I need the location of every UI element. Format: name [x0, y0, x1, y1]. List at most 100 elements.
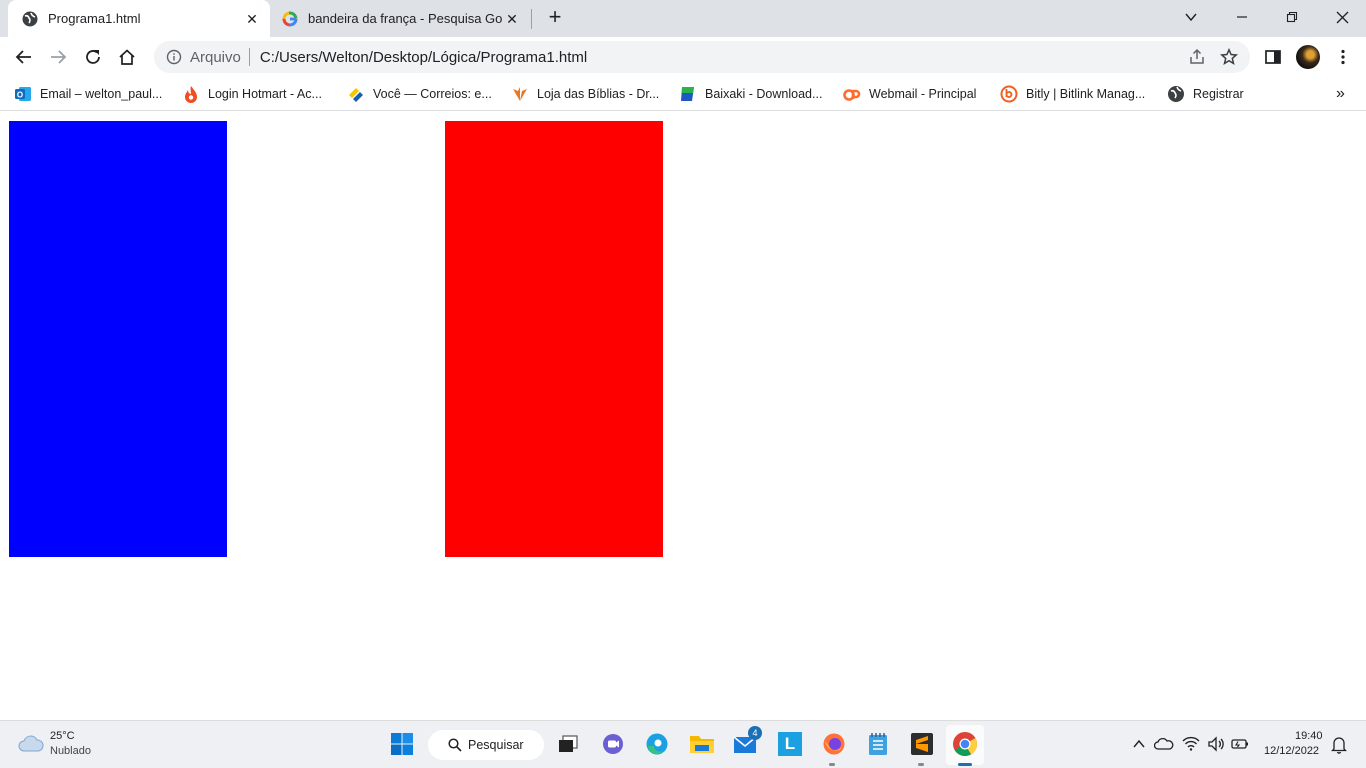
tab-separator [531, 9, 532, 29]
clock-date[interactable]: 12/12/2022 [1264, 745, 1319, 757]
teams-chat-button[interactable] [599, 730, 627, 758]
arrow-right-icon [51, 50, 67, 64]
file-chip: Arquivo [190, 48, 241, 66]
tab-title: Programa1.html [48, 11, 141, 26]
arrow-left-icon [15, 50, 31, 64]
correios-icon [349, 88, 363, 102]
flag-stripe-red [445, 121, 663, 557]
folder-icon [690, 736, 714, 753]
bookmarks-bar: O Email – welton_paul... Login Hotmart -… [0, 77, 1366, 111]
hotmart-flame-icon [185, 86, 197, 103]
bookmark-label: Login Hotmart - Ac... [208, 87, 322, 101]
menu-button[interactable] [1329, 43, 1357, 71]
close-icon [1336, 11, 1348, 23]
double-chevron-right-icon: » [1336, 85, 1345, 102]
globe-icon [1168, 86, 1184, 102]
search-icon [448, 738, 462, 752]
bookmark-label: Webmail - Principal [869, 87, 977, 101]
bible-store-icon [513, 87, 527, 101]
bookmark-label: Bitly | Bitlink Manag... [1026, 87, 1146, 101]
side-panel-icon [1265, 50, 1281, 64]
bookmark-email[interactable]: O Email – welton_paul... [14, 83, 162, 105]
info-icon[interactable] [166, 49, 182, 65]
tab-strip: Programa1.html ✕ bandeira da frança - Pe… [0, 0, 1366, 37]
notepad-icon [869, 733, 887, 755]
chrome-button[interactable] [951, 730, 979, 758]
star-icon[interactable] [1220, 48, 1238, 66]
forward-button[interactable] [44, 43, 72, 71]
bookmark-label: Registrar [1193, 87, 1244, 101]
side-panel-button[interactable] [1259, 43, 1287, 71]
back-button[interactable] [10, 43, 38, 71]
bookmark-registrar[interactable]: Registrar [1167, 83, 1244, 105]
bookmark-hotmart[interactable]: Login Hotmart - Ac... [182, 83, 322, 105]
bookmark-bitly[interactable]: Bitly | Bitlink Manag... [1000, 83, 1145, 105]
wifi-icon[interactable] [1182, 736, 1200, 752]
new-tab-button[interactable]: + [544, 6, 566, 29]
taskbar-search[interactable]: Pesquisar [428, 730, 544, 760]
battery-icon[interactable] [1231, 737, 1249, 751]
weather-temp: 25°C [50, 730, 75, 742]
search-label: Pesquisar [468, 738, 524, 752]
l-app-button[interactable]: L [776, 730, 804, 758]
weather-widget[interactable]: 25°C Nublado [14, 729, 124, 761]
chevron-up-icon[interactable] [1133, 739, 1145, 749]
minimize-button[interactable] [1217, 0, 1267, 34]
edge-button[interactable] [643, 730, 671, 758]
running-indicator [918, 763, 924, 766]
profile-button[interactable] [1294, 43, 1322, 71]
page-content [0, 112, 1366, 720]
tab-google-search[interactable]: bandeira da frança - Pesquisa Go ✕ [272, 0, 530, 37]
close-tab-icon[interactable]: ✕ [504, 11, 520, 27]
more-bookmarks-button[interactable]: » [1336, 83, 1345, 105]
share-icon[interactable] [1188, 48, 1206, 66]
chat-icon [603, 734, 623, 754]
notification-icon[interactable] [1331, 736, 1347, 754]
home-button[interactable] [113, 43, 141, 71]
bookmark-label: Email – welton_paul... [40, 87, 163, 101]
google-icon [282, 11, 298, 26]
chrome-icon [953, 732, 977, 757]
bookmark-loja-biblias[interactable]: Loja das Bíblias - Dr... [511, 83, 659, 105]
home-icon [119, 49, 135, 65]
restore-button[interactable] [1267, 0, 1317, 34]
task-view-button[interactable] [554, 730, 582, 758]
bookmark-correios[interactable]: Você — Correios: e... [347, 83, 492, 105]
reload-button[interactable] [79, 43, 107, 71]
sublime-button[interactable] [908, 730, 936, 758]
weather-condition: Nublado [50, 745, 91, 757]
svg-text:O: O [17, 90, 23, 99]
tab-programa1[interactable]: Programa1.html ✕ [8, 0, 270, 37]
notepad-button[interactable] [864, 730, 892, 758]
running-indicator [829, 763, 835, 766]
bookmark-baixaki[interactable]: Baixaki - Download... [679, 83, 822, 105]
flag-stripe-white [227, 121, 445, 557]
reload-icon [86, 50, 100, 64]
volume-icon[interactable] [1207, 736, 1225, 752]
clock-time[interactable]: 19:40 [1295, 730, 1323, 742]
windows-taskbar: 25°C Nublado Pesquisar 4 L 19:40 12/12/2… [0, 720, 1366, 768]
mail-badge: 4 [748, 726, 762, 740]
bookmark-label: Baixaki - Download... [705, 87, 823, 101]
mail-button[interactable]: 4 [732, 726, 762, 758]
cloud-icon [18, 735, 44, 752]
firefox-button[interactable] [820, 730, 848, 758]
onedrive-icon[interactable] [1154, 737, 1174, 751]
close-tab-icon[interactable]: ✕ [244, 11, 260, 27]
bitly-icon [1000, 85, 1018, 103]
more-vert-icon [1341, 49, 1345, 65]
sublime-icon [911, 733, 933, 755]
file-explorer-button[interactable] [688, 730, 716, 758]
url-text[interactable]: C:/Users/Welton/Desktop/Lógica/Programa1… [260, 49, 587, 66]
flag-stripe-blue [9, 121, 227, 557]
tab-search-button[interactable] [1166, 0, 1216, 34]
bookmark-webmail[interactable]: Webmail - Principal [843, 83, 976, 105]
start-button[interactable] [388, 730, 416, 758]
bookmark-label: Você — Correios: e... [373, 87, 492, 101]
address-bar[interactable]: Arquivo C:/Users/Welton/Desktop/Lógica/P… [154, 41, 1250, 73]
cpanel-icon [843, 89, 861, 101]
close-window-button[interactable] [1317, 0, 1366, 34]
task-view-icon [559, 735, 578, 752]
l-app-icon: L [778, 732, 802, 756]
bookmark-label: Loja das Bíblias - Dr... [537, 87, 660, 101]
